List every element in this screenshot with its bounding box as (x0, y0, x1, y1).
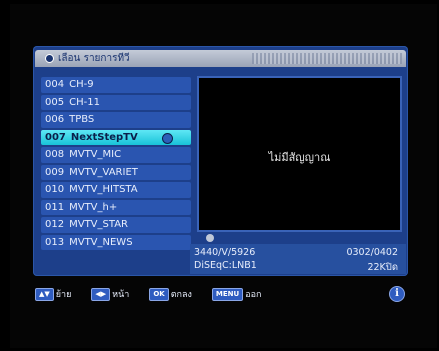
hint-move: ▲▼ ย้าย (35, 287, 71, 301)
channel-item[interactable]: 005 CH-11 (41, 94, 191, 110)
header-title-text: เลือน รายการทีวี (58, 53, 130, 64)
signal-info-box: 3440/V/5926 DiSEqC:LNB1 0302/0402 22Kปิด (190, 244, 406, 274)
channel-item[interactable]: 008 MVTV_MIC (41, 147, 191, 163)
channel-item[interactable]: 013 MVTV_NEWS (41, 234, 191, 250)
info-icon[interactable]: i (389, 286, 405, 302)
diseqc-text: DiSEqC:LNB1 (194, 260, 257, 271)
channel-item[interactable]: 011 MVTV_h+ (41, 199, 191, 215)
ok-key: OK (149, 287, 169, 301)
footer-hints: ▲▼ ย้าย ◀▶ หน้า OK ตกลง MENU ออก i (35, 284, 410, 304)
lnb-text: 22Kปิด (367, 262, 398, 273)
channel-item[interactable]: 009 MVTV_VARIET (41, 164, 191, 180)
arrow-updown-key: ▲▼ (35, 287, 54, 301)
header-title: เลือน รายการทีวี (45, 50, 130, 67)
hint-move-label: ย้าย (55, 290, 72, 300)
hint-page: ◀▶ หน้า (91, 287, 129, 301)
header-decoration (252, 53, 402, 64)
position-text: 0302/0402 (346, 247, 398, 258)
channel-item[interactable]: 004 CH-9 (41, 77, 191, 93)
channel-list[interactable]: 004 CH-9 005 CH-11 006 TPBS 007 NextStepTV 0… (41, 77, 191, 250)
channel-item-selected[interactable]: 007 NextStepTV (41, 129, 191, 145)
dot-icon (45, 54, 54, 63)
channel-item[interactable]: 006 TPBS (41, 112, 191, 128)
hint-ok: OK ตกลง (149, 287, 192, 301)
panel-header: เลือน รายการทีวี (35, 50, 406, 67)
no-signal-text: ไม่มีสัญญาณ (268, 151, 331, 164)
hint-exit: MENU ออก (211, 287, 262, 301)
scroll-indicator-icon (206, 234, 214, 242)
hint-exit-label: ออก (245, 290, 262, 300)
preview-window: ไม่มีสัญญาณ (197, 76, 402, 232)
channel-item[interactable]: 010 MVTV_HITSTA (41, 182, 191, 198)
hint-page-label: หน้า (112, 290, 130, 300)
hint-ok-label: ตกลง (170, 290, 192, 300)
transponder-text: 3440/V/5926 (194, 247, 256, 258)
menu-key: MENU (211, 287, 244, 301)
channel-item[interactable]: 012 MVTV_STAR (41, 217, 191, 233)
globe-icon (162, 132, 173, 144)
arrow-leftright-key: ◀▶ (91, 287, 111, 301)
